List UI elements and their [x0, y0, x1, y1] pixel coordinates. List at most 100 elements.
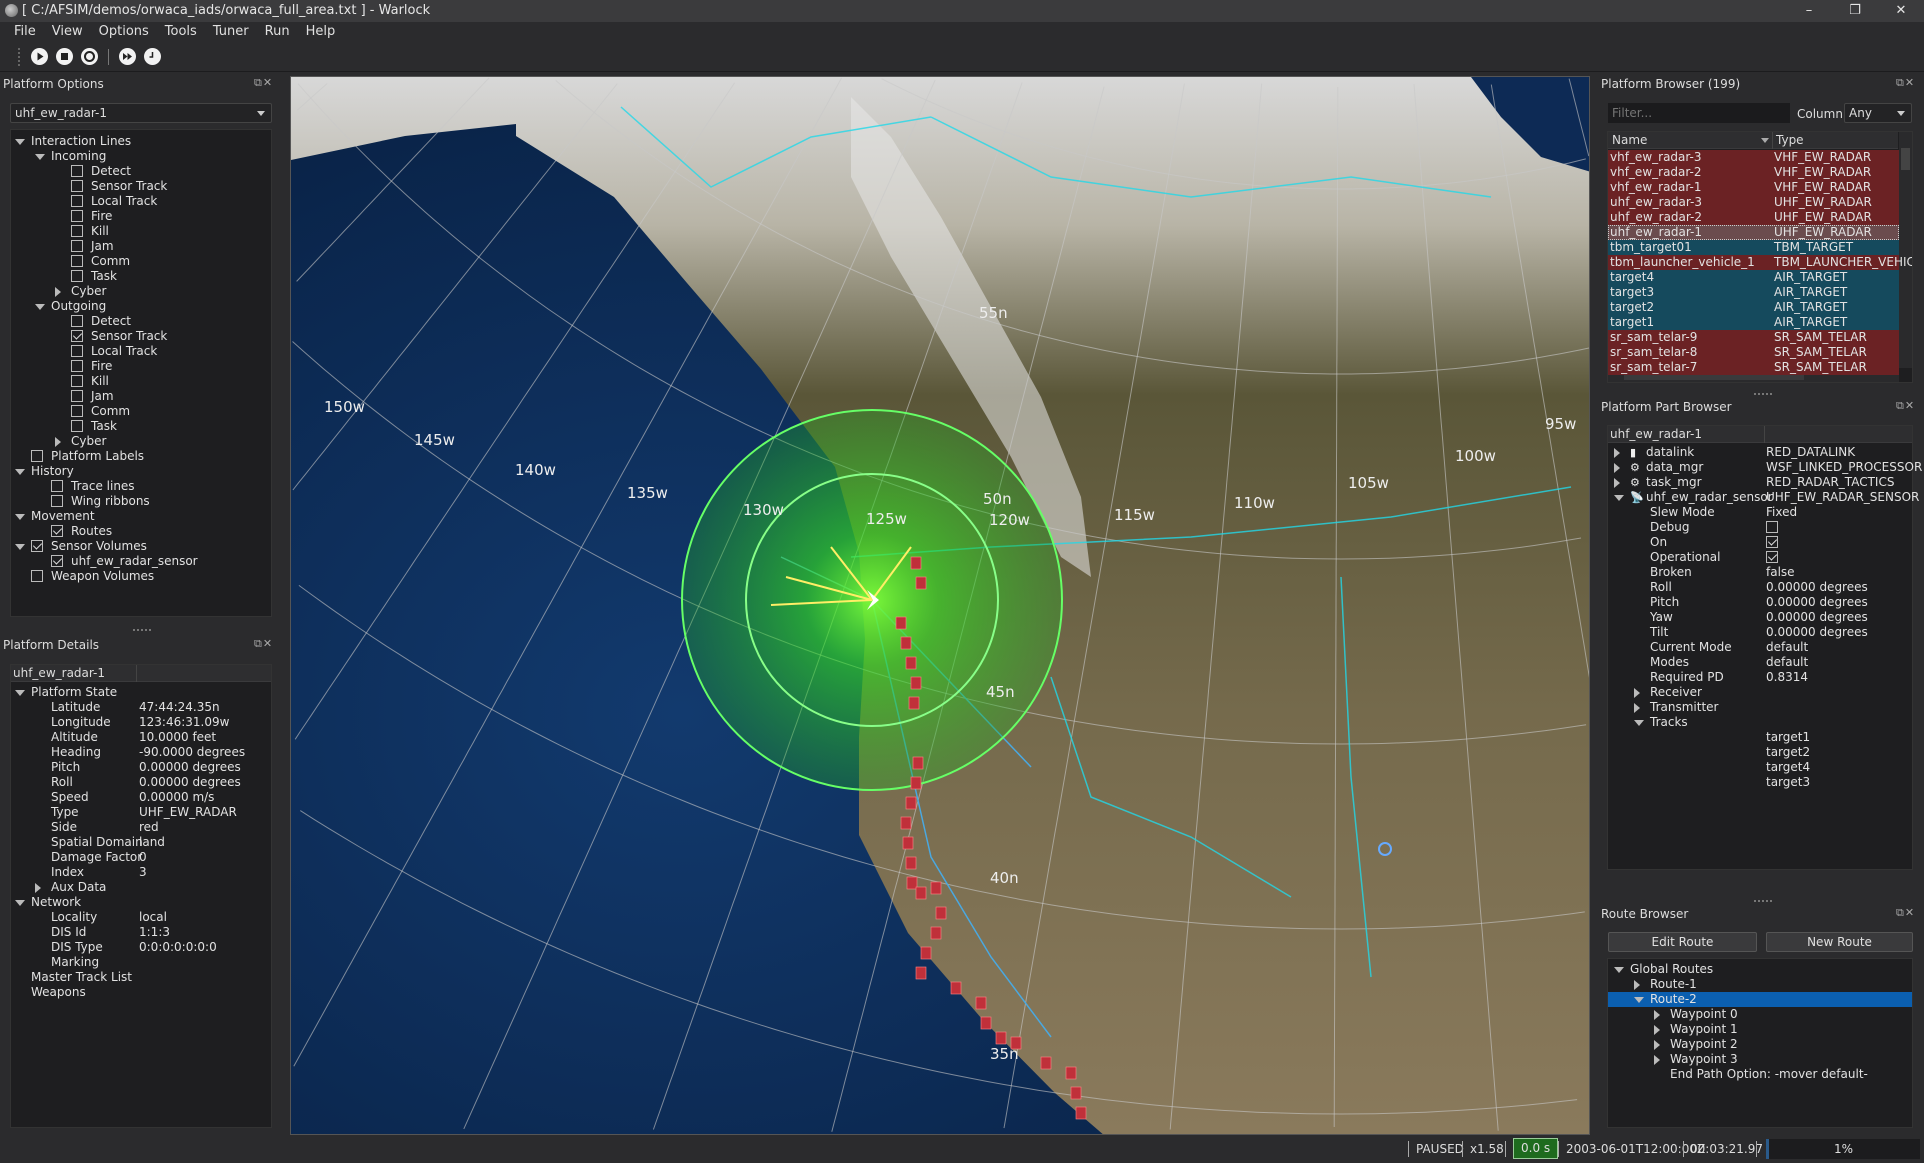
- expand-arrow-icon[interactable]: [55, 437, 61, 447]
- tree-row[interactable]: Waypoint 1: [1608, 1022, 1912, 1037]
- restart-icon[interactable]: [81, 48, 98, 65]
- tree-row[interactable]: ⚙ data_mgr WSF_LINKED_PROCESSOR: [1608, 460, 1922, 475]
- stop-icon[interactable]: [56, 48, 73, 65]
- expand-arrow-icon[interactable]: [1654, 1040, 1660, 1050]
- tree-row[interactable]: Debug: [1608, 520, 1912, 535]
- tree-row[interactable]: Latitude 47:44:24.35n: [11, 700, 271, 715]
- expand-arrow-icon[interactable]: [1614, 478, 1620, 488]
- tree-row[interactable]: DIS Id 1:1:3: [11, 925, 271, 940]
- checkbox[interactable]: [1766, 551, 1778, 563]
- tree-row[interactable]: Weapons: [11, 985, 271, 1000]
- tree-row[interactable]: target4: [1608, 760, 1912, 775]
- expand-arrow-icon[interactable]: [1634, 703, 1640, 713]
- tree-row[interactable]: Comm: [11, 404, 271, 419]
- tree-row[interactable]: Detect: [11, 164, 271, 179]
- tree-row[interactable]: Broken false: [1608, 565, 1912, 580]
- collapse-arrow-icon[interactable]: [15, 690, 25, 696]
- tree-row[interactable]: Yaw 0.00000 degrees: [1608, 610, 1912, 625]
- tree-row[interactable]: On: [1608, 535, 1912, 550]
- checkbox[interactable]: [31, 570, 43, 582]
- expand-arrow-icon[interactable]: [1654, 1025, 1660, 1035]
- checkbox[interactable]: [71, 330, 83, 342]
- collapse-arrow-icon[interactable]: [15, 544, 25, 550]
- collapse-arrow-icon[interactable]: [1614, 967, 1624, 973]
- minimize-button[interactable]: –: [1786, 0, 1832, 22]
- tree-row[interactable]: Slew Mode Fixed: [1608, 505, 1912, 520]
- checkbox[interactable]: [1766, 536, 1778, 548]
- tree-row[interactable]: Required PD 0.8314: [1608, 670, 1912, 685]
- tree-row[interactable]: Pitch 0.00000 degrees: [1608, 595, 1912, 610]
- table-row[interactable]: uhf_ew_radar-3 UHF_EW_RADAR: [1608, 195, 1899, 210]
- table-row[interactable]: uhf_ew_radar-2 UHF_EW_RADAR: [1608, 210, 1899, 225]
- tree-row[interactable]: Type UHF_EW_RADAR: [11, 805, 271, 820]
- tree-row[interactable]: Heading -90.0000 degrees: [11, 745, 271, 760]
- tree-row[interactable]: Outgoing: [11, 299, 271, 314]
- menu-run[interactable]: Run: [257, 22, 298, 42]
- table-row[interactable]: vhf_ew_radar-1 VHF_EW_RADAR: [1608, 180, 1899, 195]
- tree-row[interactable]: Transmitter: [1608, 700, 1912, 715]
- tree-row[interactable]: Movement: [11, 509, 271, 524]
- tree-row[interactable]: ⚙ task_mgr RED_RADAR_TACTICS: [1608, 475, 1912, 490]
- tree-row[interactable]: Tracks: [1608, 715, 1912, 730]
- expand-arrow-icon[interactable]: [1634, 980, 1640, 990]
- tree-row[interactable]: target3: [1608, 775, 1912, 790]
- tree-row[interactable]: Sensor Track: [11, 329, 271, 344]
- table-row[interactable]: vhf_ew_radar-2 VHF_EW_RADAR: [1608, 165, 1899, 180]
- filter-input[interactable]: [1608, 103, 1790, 123]
- tree-row[interactable]: Incoming: [11, 149, 271, 164]
- vertical-scrollbar[interactable]: [1899, 132, 1912, 368]
- tree-row[interactable]: Operational: [1608, 550, 1912, 565]
- tree-row[interactable]: Fire: [11, 209, 271, 224]
- tree-row[interactable]: Roll 0.00000 degrees: [11, 775, 271, 790]
- collapse-arrow-icon[interactable]: [15, 139, 25, 145]
- tree-row[interactable]: DIS Type 0:0:0:0:0:0:0: [11, 940, 271, 955]
- tree-row[interactable]: Altitude 10.0000 feet: [11, 730, 271, 745]
- checkbox[interactable]: [71, 255, 83, 267]
- menu-tuner[interactable]: Tuner: [205, 22, 257, 42]
- table-row[interactable]: tbm_target01 TBM_TARGET: [1608, 240, 1899, 255]
- checkbox[interactable]: [51, 495, 63, 507]
- menu-file[interactable]: File: [6, 22, 44, 42]
- restore-button[interactable]: ❐: [1832, 0, 1878, 22]
- tree-row[interactable]: 📡 uhf_ew_radar_sensor UHF_EW_RADAR_SENSOR: [1608, 490, 1919, 505]
- tree-row[interactable]: Waypoint 2: [1608, 1037, 1912, 1052]
- tree-row[interactable]: Route-1: [1608, 977, 1912, 992]
- play-icon[interactable]: [31, 48, 48, 65]
- dock-buttons[interactable]: ⧉✕: [254, 637, 273, 651]
- dock-buttons[interactable]: ⧉✕: [254, 76, 273, 90]
- tree-row[interactable]: target1: [1608, 730, 1912, 745]
- table-row[interactable]: sr_sam_telar-9 SR_SAM_TELAR: [1608, 330, 1899, 345]
- checkbox[interactable]: [71, 315, 83, 327]
- platform-select[interactable]: uhf_ew_radar-1: [10, 103, 272, 123]
- tree-row[interactable]: History: [11, 464, 271, 479]
- column-header-type[interactable]: Type: [1776, 132, 1804, 149]
- table-row[interactable]: tbm_launcher_vehicle_1 TBM_LAUNCHER_VEHIC…: [1608, 255, 1912, 270]
- edit-route-button[interactable]: Edit Route: [1608, 932, 1757, 952]
- collapse-arrow-icon[interactable]: [15, 469, 25, 475]
- tree-row[interactable]: Cyber: [11, 434, 271, 449]
- tree-row[interactable]: Trace lines: [11, 479, 271, 494]
- tree-row[interactable]: Aux Data: [11, 880, 271, 895]
- column-header-name[interactable]: Name: [1612, 132, 1647, 149]
- checkbox[interactable]: [31, 540, 43, 552]
- menu-tools[interactable]: Tools: [157, 22, 205, 42]
- tree-row[interactable]: Weapon Volumes: [11, 569, 271, 584]
- tree-row[interactable]: End Path Option: -mover default-: [1608, 1067, 1912, 1082]
- expand-arrow-icon[interactable]: [1654, 1055, 1660, 1065]
- dock-buttons[interactable]: ⧉✕: [1896, 399, 1915, 413]
- tree-row[interactable]: Marking: [11, 955, 271, 970]
- expand-arrow-icon[interactable]: [1614, 448, 1620, 458]
- checkbox[interactable]: [71, 180, 83, 192]
- table-row[interactable]: target4 AIR_TARGET: [1608, 270, 1899, 285]
- tree-row[interactable]: Cyber: [11, 284, 271, 299]
- tree-row[interactable]: Roll 0.00000 degrees: [1608, 580, 1912, 595]
- checkbox[interactable]: [71, 225, 83, 237]
- tree-row[interactable]: Comm: [11, 254, 271, 269]
- tree-row[interactable]: Network: [11, 895, 271, 910]
- tree-row[interactable]: Speed 0.00000 m/s: [11, 790, 271, 805]
- tree-row[interactable]: Modes default: [1608, 655, 1912, 670]
- tree-row[interactable]: Spatial Domain land: [11, 835, 271, 850]
- checkbox[interactable]: [31, 450, 43, 462]
- tree-row[interactable]: ▮ datalink RED_DATALINK: [1608, 445, 1912, 460]
- checkbox[interactable]: [71, 210, 83, 222]
